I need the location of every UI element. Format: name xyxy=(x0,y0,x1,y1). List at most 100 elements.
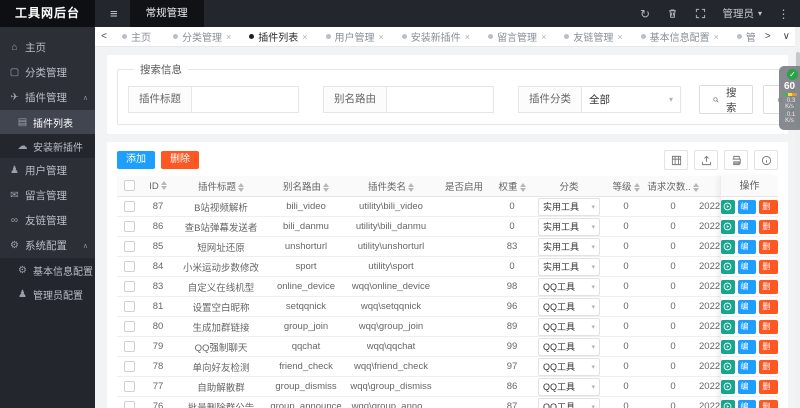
row-category-select[interactable]: QQ工具 ▾ xyxy=(538,337,600,356)
row-checkbox[interactable] xyxy=(123,300,135,312)
batch-delete-button[interactable]: 删除 xyxy=(161,151,199,169)
col-header-level[interactable]: 等级 xyxy=(605,179,647,193)
sidebar-item-links[interactable]: ∞ 友链管理 xyxy=(0,208,95,233)
edit-button[interactable]: 编辑 xyxy=(737,379,757,405)
top-nav-tab[interactable]: 常规管理 xyxy=(129,0,204,27)
sidebar-item-admin-config[interactable]: ♟ 管理员配置 xyxy=(0,282,95,306)
row-category-select[interactable]: 实用工具 ▾ xyxy=(538,237,600,256)
row-checkbox[interactable] xyxy=(123,360,135,372)
row-category-select[interactable]: QQ工具 ▾ xyxy=(538,277,600,296)
delete-button[interactable]: 删除 xyxy=(759,339,778,365)
edit-button[interactable]: 编辑 xyxy=(737,339,757,365)
col-header-weight[interactable]: 权重 xyxy=(491,179,533,193)
row-category-select[interactable]: QQ工具 ▾ xyxy=(538,317,600,336)
close-icon[interactable]: × xyxy=(714,32,719,42)
page-tab[interactable]: 主页 xyxy=(113,27,164,47)
columns-icon[interactable] xyxy=(664,150,688,170)
enable-toggle[interactable]: 启用 xyxy=(437,239,491,254)
add-button[interactable]: 添加 xyxy=(117,151,155,169)
more-icon[interactable]: ⋮ xyxy=(777,7,790,21)
page-tab[interactable]: 插件列表 × xyxy=(240,27,316,47)
row-checkbox[interactable] xyxy=(123,220,135,232)
row-checkbox[interactable] xyxy=(123,340,135,352)
sidebar-item-users[interactable]: ♟ 用户管理 xyxy=(0,158,95,183)
export-icon[interactable] xyxy=(694,150,718,170)
enable-toggle[interactable]: 启用 xyxy=(437,279,491,294)
enable-toggle[interactable]: 启用 xyxy=(437,399,491,408)
print-icon[interactable] xyxy=(724,150,748,170)
tabs-scroll-left[interactable]: < xyxy=(95,31,113,42)
row-checkbox[interactable] xyxy=(123,320,135,332)
select-all-checkbox[interactable] xyxy=(123,180,135,192)
close-icon[interactable]: × xyxy=(465,32,470,42)
delete-button[interactable]: 删除 xyxy=(759,359,778,385)
enable-toggle[interactable]: 启用 xyxy=(437,199,491,214)
sidebar-item-system[interactable]: ⚙ 系统配置 ∧ xyxy=(0,233,95,258)
run-button[interactable] xyxy=(721,239,735,254)
row-category-select[interactable]: 实用工具 ▾ xyxy=(538,257,600,276)
menu-toggle-icon[interactable]: ≡ xyxy=(110,6,118,21)
run-button[interactable] xyxy=(721,359,735,374)
page-tab[interactable]: 友链管理 × xyxy=(555,27,631,47)
row-category-select[interactable]: QQ工具 ▾ xyxy=(538,357,600,376)
edit-button[interactable]: 编辑 xyxy=(737,399,757,408)
edit-button[interactable]: 编辑 xyxy=(737,359,757,385)
close-icon[interactable]: × xyxy=(541,32,546,42)
run-button[interactable] xyxy=(721,219,735,234)
row-checkbox[interactable] xyxy=(123,200,135,212)
sidebar-item-messages[interactable]: ✉ 留言管理 xyxy=(0,183,95,208)
row-checkbox[interactable] xyxy=(123,400,135,408)
run-button[interactable] xyxy=(721,299,735,314)
col-header-requests[interactable]: 请求次数.. xyxy=(647,179,699,193)
col-header-alias[interactable]: 别名路由 xyxy=(267,179,345,193)
delete-button[interactable]: 删除 xyxy=(759,259,778,285)
edit-button[interactable]: 编辑 xyxy=(737,239,757,265)
tabs-menu-icon[interactable]: ∨ xyxy=(783,31,790,42)
run-button[interactable] xyxy=(721,259,735,274)
page-tab[interactable]: 用户管理 × xyxy=(317,27,393,47)
run-button[interactable] xyxy=(721,399,735,408)
page-tab[interactable]: 基本信息配置 × xyxy=(632,27,728,47)
delete-button[interactable]: 删除 xyxy=(759,219,778,245)
edit-button[interactable]: 编辑 xyxy=(737,259,757,285)
enable-toggle[interactable]: 启用 xyxy=(437,379,491,394)
delete-button[interactable]: 删除 xyxy=(759,399,778,408)
row-checkbox[interactable] xyxy=(123,280,135,292)
row-checkbox[interactable] xyxy=(123,240,135,252)
alias-input[interactable] xyxy=(386,86,494,113)
col-header-class[interactable]: 插件类名 xyxy=(345,179,437,193)
edit-button[interactable]: 编辑 xyxy=(737,299,757,325)
tabs-scroll-right[interactable]: > xyxy=(765,31,771,42)
close-icon[interactable]: × xyxy=(379,32,384,42)
delete-button[interactable]: 删除 xyxy=(759,319,778,345)
category-select[interactable]: 全部 ▾ xyxy=(581,86,681,113)
delete-button[interactable]: 删除 xyxy=(759,239,778,265)
enable-toggle[interactable]: 启用 xyxy=(437,319,491,334)
sidebar-item-plugins[interactable]: ✈ 插件管理 ∧ xyxy=(0,85,95,110)
page-tab[interactable]: 分类管理 × xyxy=(164,27,240,47)
run-button[interactable] xyxy=(721,319,735,334)
row-category-select[interactable]: 实用工具 ▾ xyxy=(538,197,600,216)
fullscreen-icon[interactable] xyxy=(694,7,707,20)
enable-toggle[interactable]: 启用 xyxy=(437,359,491,374)
page-tab[interactable]: 管理员配置 × xyxy=(728,27,755,47)
sidebar-item-install-plugin[interactable]: ☁ 安装新插件 xyxy=(0,134,95,158)
run-button[interactable] xyxy=(721,339,735,354)
row-category-select[interactable]: QQ工具 ▾ xyxy=(538,297,600,316)
row-checkbox[interactable] xyxy=(123,260,135,272)
info-icon[interactable] xyxy=(754,150,778,170)
extension-overlay-widget[interactable]: ✓ 60 ↑0.3 K/s ↓0.1 K/s xyxy=(779,66,800,130)
delete-button[interactable]: 删除 xyxy=(759,299,778,325)
edit-button[interactable]: 编辑 xyxy=(737,279,757,305)
edit-button[interactable]: 编辑 xyxy=(737,199,757,225)
admin-dropdown[interactable]: 管理员 ▾ xyxy=(722,6,762,21)
enable-toggle[interactable]: 启用 xyxy=(437,259,491,274)
enable-toggle[interactable]: 启用 xyxy=(437,219,491,234)
run-button[interactable] xyxy=(721,199,735,214)
close-icon[interactable]: × xyxy=(226,32,231,42)
search-button[interactable]: 搜 索 xyxy=(699,85,753,114)
delete-button[interactable]: 删除 xyxy=(759,199,778,225)
refresh-icon[interactable]: ↻ xyxy=(638,7,651,21)
col-header-id[interactable]: ID xyxy=(141,181,175,192)
run-button[interactable] xyxy=(721,379,735,394)
